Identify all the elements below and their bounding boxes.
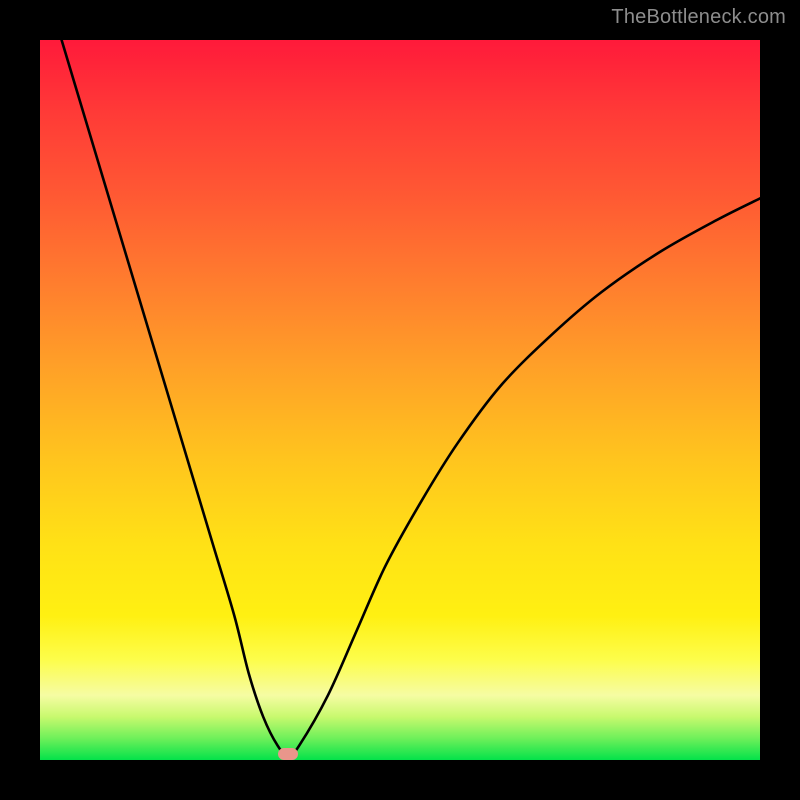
curve-svg xyxy=(40,40,760,760)
optimal-point-marker xyxy=(278,748,298,760)
chart-frame: TheBottleneck.com xyxy=(0,0,800,800)
plot-area xyxy=(40,40,760,760)
watermark-text: TheBottleneck.com xyxy=(611,6,786,29)
bottleneck-curve xyxy=(62,40,760,756)
